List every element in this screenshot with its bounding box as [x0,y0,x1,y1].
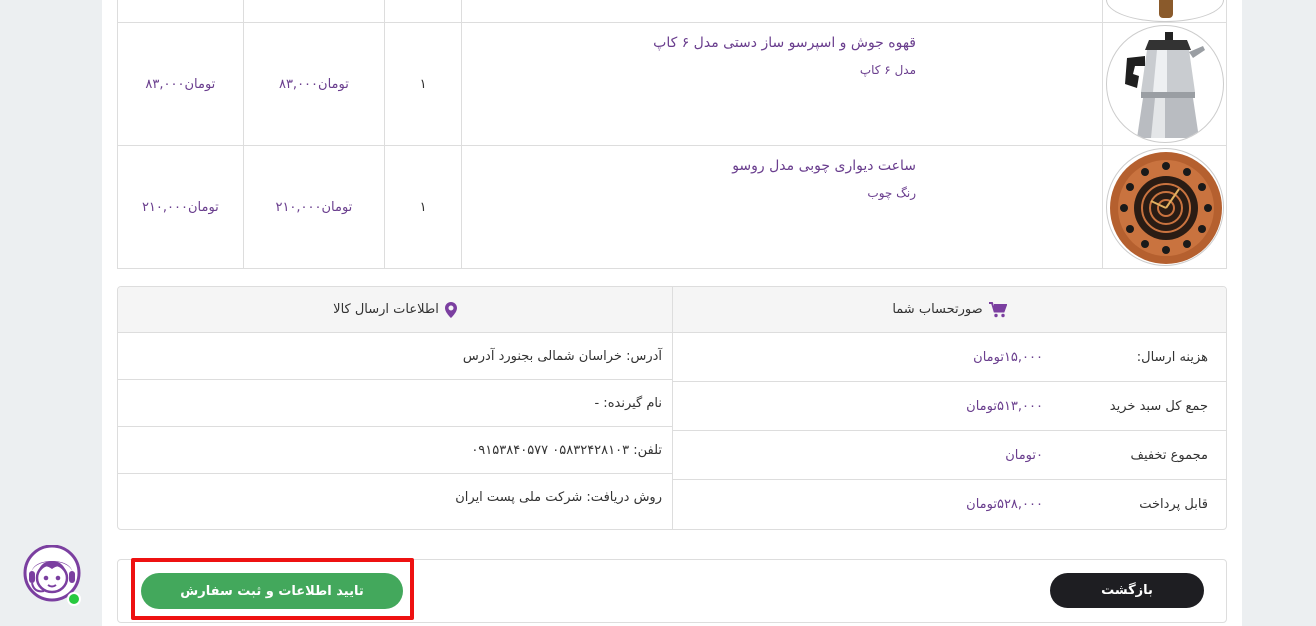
invoice-section: صورتحساب شما هزینه ارسال: ۱۵,۰۰۰تومان جم… [673,287,1226,529]
invoice-title: صورتحساب شما [892,302,983,317]
checkout-page: ۸۳,۰۰۰تومان ۸۳,۰۰۰تومان ۱ قهوه جوش و اسپ… [102,0,1242,626]
item-variant: رنگ چوب [867,186,917,200]
item-quantity: ۱ [384,145,463,269]
item-total-price: ۲۱۰,۰۰۰تومان [117,145,244,269]
invoice-row-cart-total: جمع کل سبد خرید ۵۱۳,۰۰۰تومان [673,382,1226,431]
product-image-partial [1105,0,1224,22]
item-name-link[interactable]: ساعت دیواری چوبی مدل روسو [472,158,916,174]
shipping-info-header: اطلاعات ارسال کالا [118,287,672,333]
item-unit-price: ۲۱۰,۰۰۰تومان [242,145,386,269]
shipping-recipient: نام گیرنده: - [118,380,672,427]
checkout-actions-bar: بازگشت تایید اطلاعات و ثبت سفارش [117,559,1227,623]
table-row [117,0,1227,23]
invoice-label: قابل پرداخت [1139,497,1208,512]
invoice-label: هزینه ارسال: [1136,349,1208,365]
shipping-delivery-method: روش دریافت: شرکت ملی پست ایران [455,490,662,505]
online-status-dot [67,592,81,606]
cart-icon [988,301,1007,318]
support-chat-widget[interactable] [22,544,84,607]
order-items-table: ۸۳,۰۰۰تومان ۸۳,۰۰۰تومان ۱ قهوه جوش و اسپ… [117,0,1227,269]
invoice-header: صورتحساب شما [673,287,1226,333]
item-unit-price: ۸۳,۰۰۰تومان [242,22,386,146]
item-total-price: ۸۳,۰۰۰تومان [117,22,244,146]
invoice-row-payable: قابل پرداخت ۵۲۸,۰۰۰تومان [673,480,1226,529]
invoice-row-discount: مجموع تخفیف ۰تومان [673,431,1226,480]
order-info-panel: اطلاعات ارسال کالا آدرس: خراسان شمالی بج… [117,286,1227,530]
item-quantity: ۱ [384,22,463,146]
item-variant: مدل ۶ کاپ [859,63,917,77]
back-button[interactable]: بازگشت [1050,573,1204,608]
table-row: ۸۳,۰۰۰تومان ۸۳,۰۰۰تومان ۱ قهوه جوش و اسپ… [117,22,1227,146]
item-name-link[interactable]: قهوه جوش و اسپرسو ساز دستی مدل ۶ کاپ [472,35,916,51]
invoice-row-shipping-cost: هزینه ارسال: ۱۵,۰۰۰تومان [673,333,1226,382]
product-image-wall-clock[interactable] [1105,148,1224,266]
table-row: ۲۱۰,۰۰۰تومان ۲۱۰,۰۰۰تومان ۱ ساعت دیواری … [117,145,1227,269]
shipping-info-title: اطلاعات ارسال کالا [333,302,439,317]
invoice-label: مجموع تخفیف [1130,447,1208,463]
invoice-value: ۵۱۳,۰۰۰تومان [966,398,1043,414]
shipping-info-section: اطلاعات ارسال کالا آدرس: خراسان شمالی بج… [118,287,673,529]
confirm-order-button[interactable]: تایید اطلاعات و ثبت سفارش [141,573,403,609]
invoice-value: ۰تومان [1005,447,1043,463]
product-image-moka-pot[interactable] [1105,25,1224,143]
map-marker-icon [444,301,457,318]
shipping-address: آدرس: خراسان شمالی بجنورد آدرس [118,333,672,380]
invoice-value: ۱۵,۰۰۰تومان [973,349,1043,365]
invoice-value: ۵۲۸,۰۰۰تومان [966,497,1043,512]
shipping-phone: تلفن: ۰۵۸۳۲۴۲۸۱۰۳ ۰۹۱۵۳۸۴۰۵۷۷ [118,427,672,474]
invoice-label: جمع کل سبد خرید [1109,398,1208,414]
